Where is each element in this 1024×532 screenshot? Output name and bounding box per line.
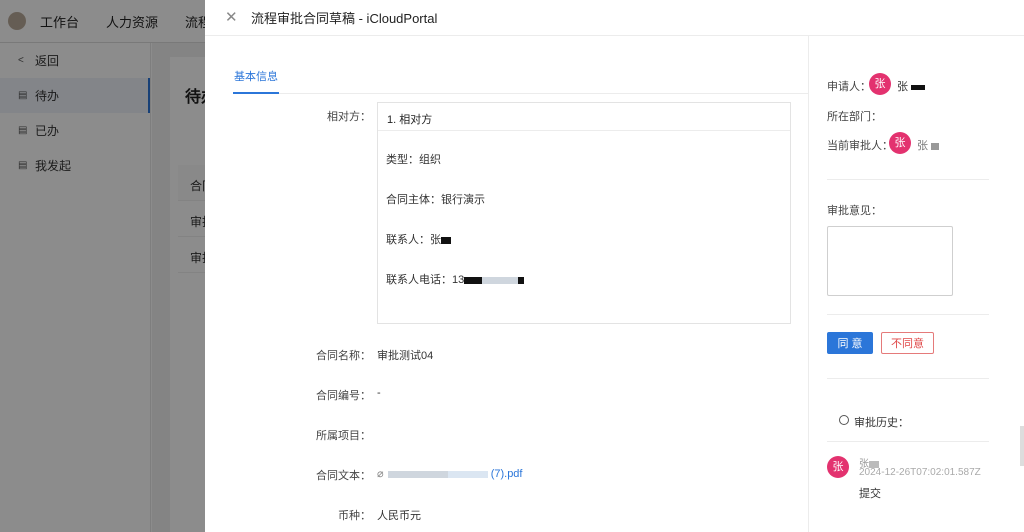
opinion-textarea[interactable] [827,226,953,296]
entity-value: 银行演示 [441,194,485,206]
divider [827,441,989,442]
contract-file-link[interactable]: (7).pdf [491,468,523,480]
applicant-name-text: 张 [897,81,908,93]
history-title: 审批历史： [854,417,909,429]
history-icon [839,415,849,425]
phone-label: 联系人电话： [386,274,452,286]
paperclip-icon: ⌀ [377,468,384,480]
contact-value: 张 [430,234,441,246]
drawer-title: 流程审批合同草稿 - iCloudPortal [251,11,438,26]
drawer-header: ✕ 流程审批合同草稿 - iCloudPortal [205,0,1024,36]
history-action: 提交 [859,488,881,500]
contract-name-label: 合同名称： [316,350,371,362]
reject-button[interactable]: 不同意 [881,332,934,354]
counterparty-type: 类型：组织 [386,151,441,167]
redaction [464,276,483,284]
redaction [518,276,525,284]
contract-text-label: 合同文本： [316,470,371,482]
redaction [441,236,451,244]
contract-name-value: 审批测试04 [377,350,434,362]
type-label: 类型： [386,154,419,166]
phone-value: 13 [452,274,465,286]
counterparty-box: 1. 相对方 类型：组织 合同主体：银行演示 联系人：张 联系人电话：13 [377,102,791,324]
approval-drawer: ✕ 流程审批合同草稿 - iCloudPortal 基本信息 相对方： 1. 相… [205,0,1024,532]
avatar: 张 [869,73,891,95]
divider [827,314,989,315]
agree-button[interactable]: 同 意 [827,332,873,354]
currency-label: 币种： [338,510,371,522]
counterparty-entity: 合同主体：银行演示 [386,191,485,207]
redaction [482,276,519,284]
approver-name: 张 [917,137,940,153]
avatar: 张 [827,456,849,478]
contract-no-label: 合同编号： [316,390,371,402]
counterparty-phone: 联系人电话：13 [386,271,525,287]
project-label: 所属项目： [316,430,371,442]
applicant-name: 张 [897,78,926,94]
counterparty-label: 相对方： [327,111,371,123]
entity-label: 合同主体： [386,194,441,206]
tab-bar: 基本信息 [233,70,808,94]
approval-pane: 申请人： 张 张 所在部门： 当前审批人： 张 张 审批意见： 同 意 不同意 … [808,36,1024,532]
counterparty-header: 1. 相对方 [378,103,790,131]
contract-file[interactable]: ⌀ (7).pdf [377,467,522,480]
opinion-label: 审批意见： [827,205,882,217]
counterparty-contact: 联系人：张 [386,231,451,247]
contact-label: 联系人： [386,234,430,246]
redaction [387,470,448,478]
approver-name-text: 张 [917,140,928,152]
redaction [447,470,488,478]
detail-pane: 基本信息 相对方： 1. 相对方 类型：组织 合同主体：银行演示 联系人：张 联… [205,36,808,532]
contract-no-value: - [377,387,381,399]
type-value: 组织 [419,154,441,166]
approver-label: 当前审批人： [827,140,893,152]
history-timestamp: 2024-12-26T07:02:01.587Z [859,467,981,478]
currency-value: 人民币元 [377,510,421,522]
tab-basic-info[interactable]: 基本信息 [233,70,279,94]
redaction [931,142,940,150]
close-icon[interactable]: ✕ [225,10,239,25]
scrollbar[interactable] [1020,426,1024,466]
applicant-label: 申请人： [827,81,871,93]
divider [827,179,989,180]
redaction [911,84,926,90]
department-label: 所在部门： [827,111,882,123]
avatar: 张 [889,132,911,154]
divider [827,378,989,379]
